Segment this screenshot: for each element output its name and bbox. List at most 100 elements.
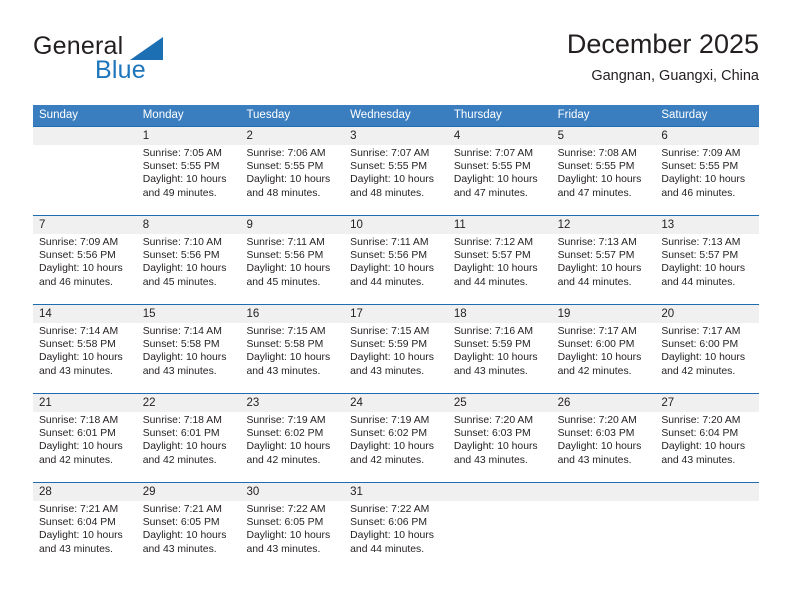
day-cell[interactable] <box>655 501 759 571</box>
day-number[interactable]: 18 <box>448 305 552 323</box>
general-blue-logo[interactable]: General Blue <box>33 32 263 94</box>
day-cell[interactable]: Sunrise: 7:19 AM Sunset: 6:02 PM Dayligh… <box>240 412 344 482</box>
sunset-text: Sunset: 5:57 PM <box>453 250 531 262</box>
day-cell[interactable]: Sunrise: 7:05 AM Sunset: 5:55 PM Dayligh… <box>137 145 241 215</box>
week-daynumber-band: 14 15 16 17 18 19 20 <box>33 305 759 323</box>
sunrise-text: Sunrise: 7:17 AM <box>661 326 741 337</box>
day-cell[interactable]: Sunrise: 7:22 AM Sunset: 6:06 PM Dayligh… <box>344 501 448 571</box>
weekday-tuesday: Tuesday <box>246 109 291 121</box>
day-number[interactable]: 9 <box>240 216 344 234</box>
sunrise-text: Sunrise: 7:12 AM <box>453 237 534 248</box>
day-number[interactable]: 29 <box>137 483 241 501</box>
day-number[interactable]: 2 <box>240 127 344 145</box>
day-number[interactable]: 7 <box>33 216 137 234</box>
calendar-week-row: 28 29 30 31 Sunrise: 7:21 AM Sunset: 6:0… <box>33 482 759 571</box>
daylight-text-line2: and 43 minutes. <box>453 454 528 466</box>
day-cell[interactable]: Sunrise: 7:19 AM Sunset: 6:02 PM Dayligh… <box>344 412 448 482</box>
day-number[interactable]: 13 <box>655 216 759 234</box>
day-cell[interactable]: Sunrise: 7:07 AM Sunset: 5:55 PM Dayligh… <box>448 145 552 215</box>
day-number[interactable]: 20 <box>655 305 759 323</box>
day-cell[interactable]: Sunrise: 7:17 AM Sunset: 6:00 PM Dayligh… <box>655 323 759 393</box>
day-number[interactable] <box>552 483 656 501</box>
day-cell[interactable]: Sunrise: 7:20 AM Sunset: 6:03 PM Dayligh… <box>552 412 656 482</box>
day-number[interactable]: 10 <box>344 216 448 234</box>
day-cell[interactable]: Sunrise: 7:21 AM Sunset: 6:05 PM Dayligh… <box>137 501 241 571</box>
day-number[interactable]: 8 <box>137 216 241 234</box>
sunrise-text: Sunrise: 7:20 AM <box>453 415 534 426</box>
day-number[interactable]: 11 <box>448 216 552 234</box>
day-cell[interactable]: Sunrise: 7:20 AM Sunset: 6:03 PM Dayligh… <box>448 412 552 482</box>
daylight-text-line1: Daylight: 10 hours <box>246 263 331 275</box>
day-cell[interactable] <box>448 501 552 571</box>
daylight-text-line1: Daylight: 10 hours <box>661 174 746 186</box>
day-number[interactable]: 26 <box>552 394 656 412</box>
day-cell[interactable]: Sunrise: 7:20 AM Sunset: 6:04 PM Dayligh… <box>655 412 759 482</box>
day-number[interactable] <box>448 483 552 501</box>
day-number[interactable]: 17 <box>344 305 448 323</box>
day-number[interactable]: 30 <box>240 483 344 501</box>
day-cell[interactable]: Sunrise: 7:13 AM Sunset: 5:57 PM Dayligh… <box>552 234 656 304</box>
day-number[interactable]: 14 <box>33 305 137 323</box>
day-cell[interactable] <box>552 501 656 571</box>
sunrise-text: Sunrise: 7:07 AM <box>350 148 430 159</box>
day-cell[interactable]: Sunrise: 7:22 AM Sunset: 6:05 PM Dayligh… <box>240 501 344 571</box>
daylight-text-line2: and 42 minutes. <box>350 454 425 466</box>
day-number[interactable]: 21 <box>33 394 137 412</box>
calendar-page: General Blue December 2025 Gangnan, Guan… <box>0 0 792 612</box>
day-cell[interactable]: Sunrise: 7:11 AM Sunset: 5:56 PM Dayligh… <box>240 234 344 304</box>
day-cell[interactable]: Sunrise: 7:18 AM Sunset: 6:01 PM Dayligh… <box>33 412 137 482</box>
day-cell[interactable]: Sunrise: 7:13 AM Sunset: 5:57 PM Dayligh… <box>655 234 759 304</box>
day-number[interactable] <box>33 127 137 145</box>
daylight-text-line1: Daylight: 10 hours <box>246 174 331 186</box>
day-cell[interactable]: Sunrise: 7:07 AM Sunset: 5:55 PM Dayligh… <box>344 145 448 215</box>
weekday-thursday: Thursday <box>453 109 502 121</box>
day-cell[interactable]: Sunrise: 7:16 AM Sunset: 5:59 PM Dayligh… <box>448 323 552 393</box>
daylight-text-line2: and 48 minutes. <box>350 187 425 199</box>
day-number[interactable]: 15 <box>137 305 241 323</box>
day-cell[interactable]: Sunrise: 7:21 AM Sunset: 6:04 PM Dayligh… <box>33 501 137 571</box>
day-number[interactable]: 28 <box>33 483 137 501</box>
day-cell[interactable]: Sunrise: 7:12 AM Sunset: 5:57 PM Dayligh… <box>448 234 552 304</box>
day-cell[interactable]: Sunrise: 7:15 AM Sunset: 5:58 PM Dayligh… <box>240 323 344 393</box>
day-cell[interactable]: Sunrise: 7:06 AM Sunset: 5:55 PM Dayligh… <box>240 145 344 215</box>
day-number[interactable]: 31 <box>344 483 448 501</box>
daylight-text-line1: Daylight: 10 hours <box>142 263 227 275</box>
day-cell[interactable]: Sunrise: 7:15 AM Sunset: 5:59 PM Dayligh… <box>344 323 448 393</box>
sunset-text: Sunset: 5:56 PM <box>142 250 220 262</box>
day-cell[interactable]: Sunrise: 7:14 AM Sunset: 5:58 PM Dayligh… <box>33 323 137 393</box>
day-cell[interactable]: Sunrise: 7:08 AM Sunset: 5:55 PM Dayligh… <box>552 145 656 215</box>
day-number[interactable]: 6 <box>655 127 759 145</box>
daylight-text-line2: and 43 minutes. <box>142 543 217 555</box>
day-number[interactable]: 16 <box>240 305 344 323</box>
daylight-text-line1: Daylight: 10 hours <box>246 441 331 453</box>
sunset-text: Sunset: 5:55 PM <box>661 161 739 173</box>
day-number[interactable]: 4 <box>448 127 552 145</box>
day-number[interactable]: 12 <box>552 216 656 234</box>
day-number[interactable]: 1 <box>137 127 241 145</box>
sunset-text: Sunset: 5:58 PM <box>246 339 324 351</box>
sunset-text: Sunset: 6:04 PM <box>39 517 116 529</box>
calendar-week-row: 7 8 9 10 11 12 13 Sunrise: 7:09 AM Sunse… <box>33 215 759 304</box>
day-number[interactable]: 22 <box>137 394 241 412</box>
sunset-text: Sunset: 6:00 PM <box>557 339 635 351</box>
day-cell[interactable]: Sunrise: 7:11 AM Sunset: 5:56 PM Dayligh… <box>344 234 448 304</box>
day-cell[interactable]: Sunrise: 7:14 AM Sunset: 5:58 PM Dayligh… <box>137 323 241 393</box>
day-number[interactable]: 19 <box>552 305 656 323</box>
day-number[interactable]: 24 <box>344 394 448 412</box>
day-cell[interactable]: Sunrise: 7:09 AM Sunset: 5:56 PM Dayligh… <box>33 234 137 304</box>
daylight-text-line1: Daylight: 10 hours <box>39 263 123 275</box>
day-number[interactable]: 27 <box>655 394 759 412</box>
daylight-text-line2: and 45 minutes. <box>246 276 321 288</box>
day-number[interactable]: 23 <box>240 394 344 412</box>
sunrise-text: Sunrise: 7:19 AM <box>350 415 430 426</box>
daylight-text-line1: Daylight: 10 hours <box>350 441 434 453</box>
day-number[interactable]: 25 <box>448 394 552 412</box>
day-cell[interactable]: Sunrise: 7:17 AM Sunset: 6:00 PM Dayligh… <box>552 323 656 393</box>
day-cell[interactable]: Sunrise: 7:18 AM Sunset: 6:01 PM Dayligh… <box>137 412 241 482</box>
day-number[interactable] <box>655 483 759 501</box>
day-number[interactable]: 3 <box>344 127 448 145</box>
day-cell[interactable] <box>33 145 137 215</box>
day-cell[interactable]: Sunrise: 7:10 AM Sunset: 5:56 PM Dayligh… <box>137 234 241 304</box>
day-cell[interactable]: Sunrise: 7:09 AM Sunset: 5:55 PM Dayligh… <box>655 145 759 215</box>
day-number[interactable]: 5 <box>552 127 656 145</box>
